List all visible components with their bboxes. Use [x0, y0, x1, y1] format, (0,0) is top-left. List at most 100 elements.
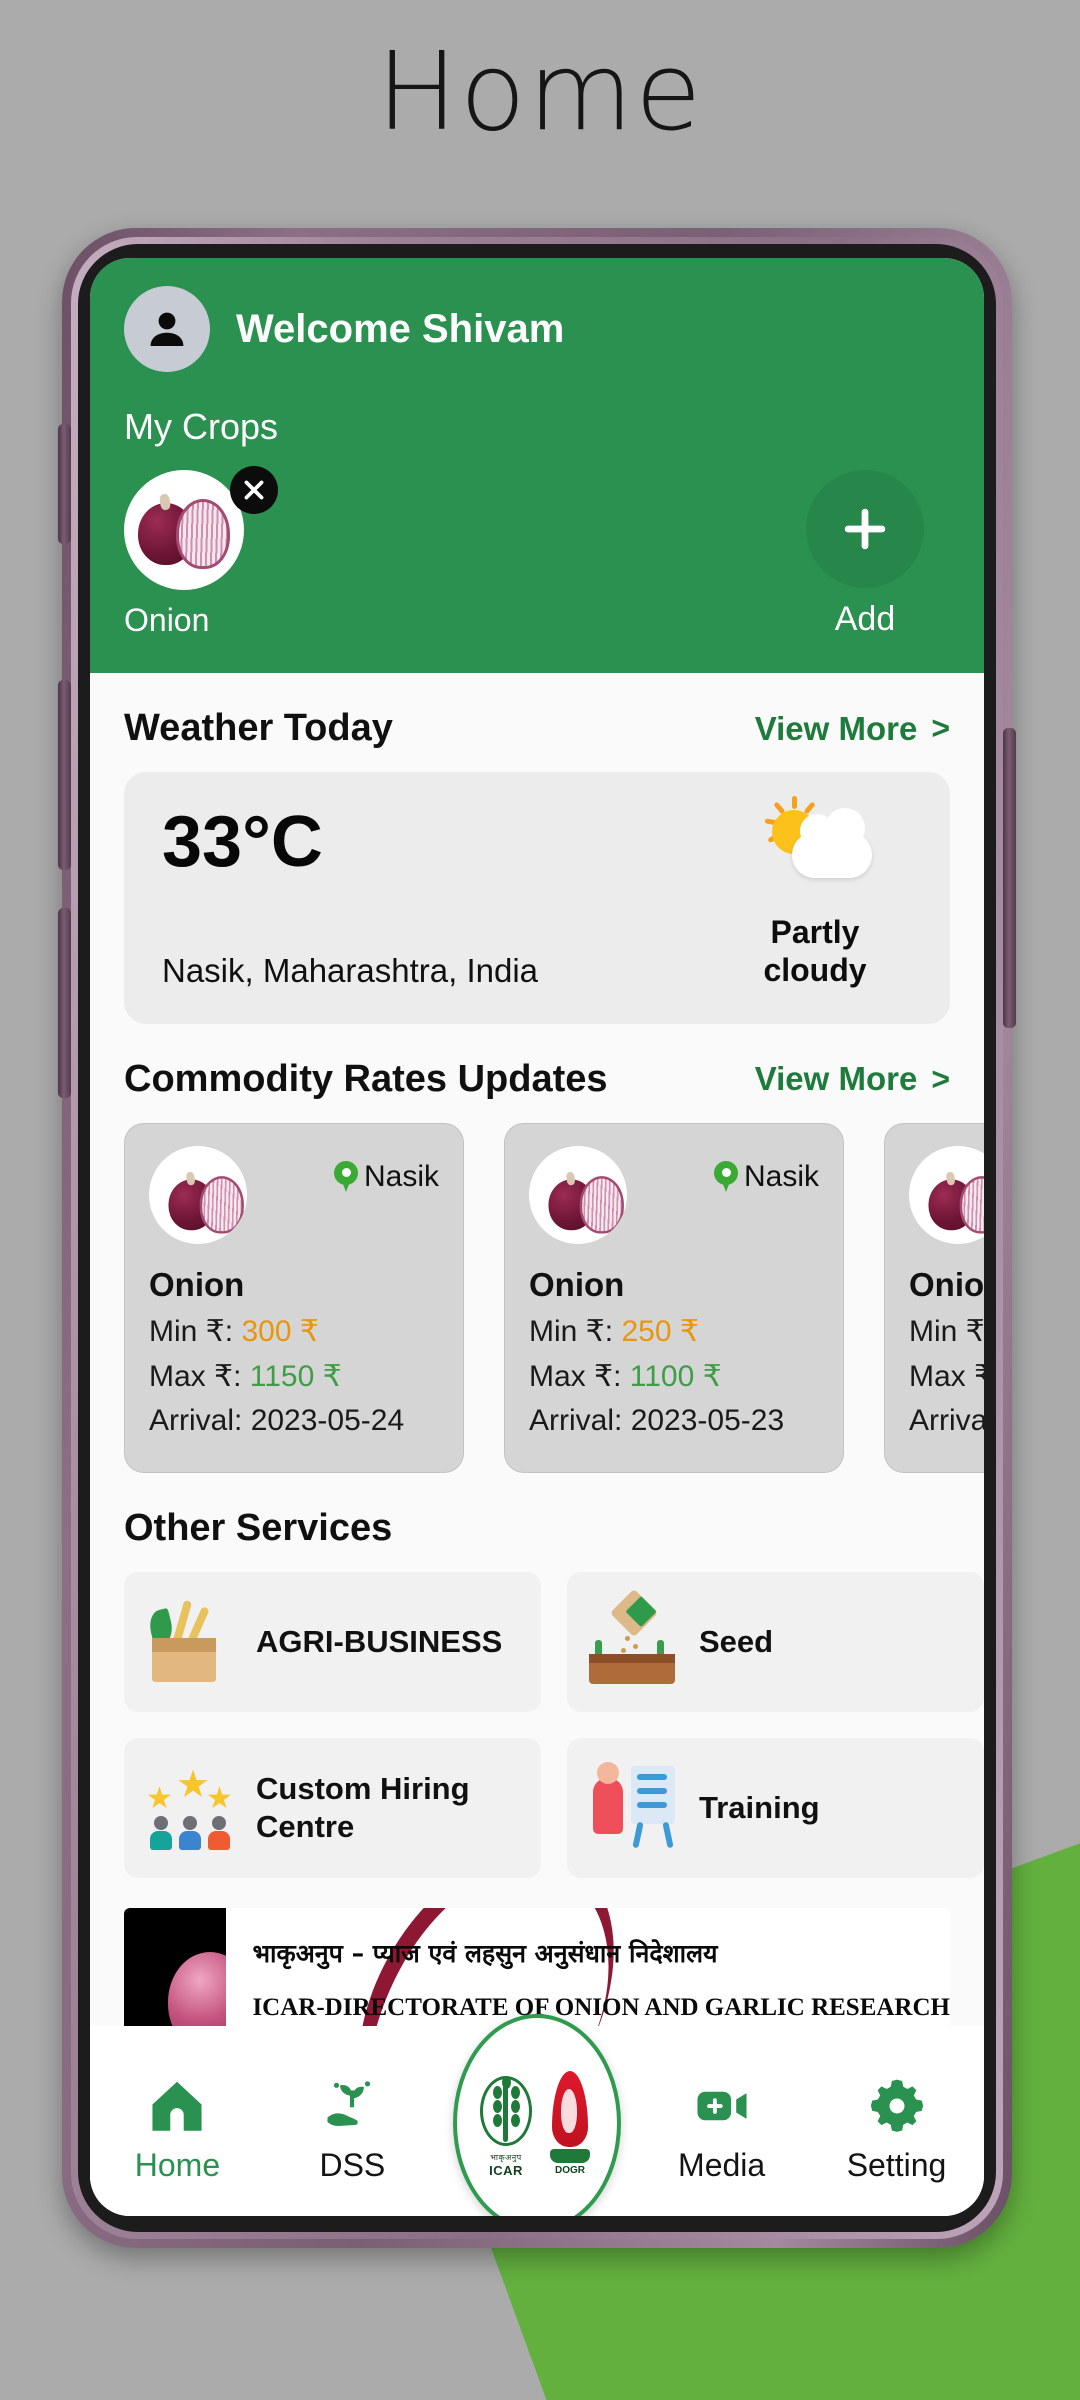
icar-text: ICAR: [489, 2163, 523, 2178]
commodity-card[interactable]: Nasik Onion Min ₹: Max ₹: Arrival:: [884, 1122, 984, 1473]
onion-image: [164, 1166, 244, 1234]
commodity-arrival-row: Arrival: 2023-05-24: [149, 1404, 439, 1438]
commodity-arrival-row: Arrival:: [909, 1404, 984, 1438]
commodity-max-row: Max ₹:: [909, 1359, 984, 1394]
close-x-icon: [244, 480, 264, 500]
nav-item-setting[interactable]: Setting: [809, 2069, 984, 2184]
weather-location: Nasik, Maharashtra, India: [162, 951, 539, 989]
weather-card[interactable]: 33°C Nasik, Maharashtra, India Partly cl…: [124, 772, 950, 1024]
commodity-view-more-label: View More: [754, 1060, 918, 1097]
welcome-text: Welcome Shivam: [236, 306, 565, 351]
commodity-crop-name: Onion: [149, 1265, 245, 1303]
service-label: Training: [699, 1789, 820, 1825]
dogr-logo: DOGR: [541, 2070, 599, 2176]
add-crop-circle: [806, 470, 924, 588]
phone-screen: Welcome Shivam My Crops Onion Add Weathe…: [90, 258, 984, 2216]
app-header: Welcome Shivam My Crops Onion Add: [90, 258, 984, 673]
location-pin-icon: [713, 1160, 738, 1193]
phone-silent-button[interactable]: [58, 424, 71, 544]
commodity-max-row: Max ₹: 1150 ₹: [149, 1359, 439, 1394]
phone-volume-up-button[interactable]: [58, 680, 71, 870]
avatar[interactable]: [124, 286, 210, 372]
app-body: Weather Today View More > 33°C Nasik, Ma…: [90, 707, 984, 2108]
commodity-min-label: Min ₹:: [149, 1314, 234, 1348]
nav-item-dss[interactable]: DSS: [265, 2069, 440, 2184]
commodity-min-value: 300 ₹: [241, 1314, 319, 1348]
commodity-market-label: Nasik: [363, 1159, 439, 1193]
chevron-right-icon: >: [931, 1060, 950, 1097]
crop-image: [124, 470, 244, 590]
commodity-min-value: 250 ₹: [621, 1314, 699, 1348]
seedling-hand-icon: [265, 2069, 440, 2143]
onion-image: [924, 1166, 984, 1234]
commodity-arrival-value: 2023-05-23: [630, 1403, 785, 1437]
commodity-max-value: 1150 ₹: [249, 1359, 342, 1393]
person-icon: [150, 312, 184, 346]
commodity-min-label: Min ₹:: [529, 1314, 614, 1348]
commodity-market: Nasik: [333, 1146, 439, 1194]
nav-item-media[interactable]: Media: [634, 2069, 809, 2184]
commodity-crop-name: Onion: [529, 1265, 625, 1303]
commodity-card[interactable]: Nasik Onion Min ₹: 250 ₹ Max ₹: 1100 ₹ A…: [504, 1122, 844, 1473]
commodity-min-row: Min ₹: 250 ₹: [529, 1314, 819, 1349]
service-label: AGRI-BUSINESS: [256, 1623, 503, 1659]
video-camera-icon: [634, 2069, 809, 2143]
commodity-max-label: Max ₹:: [149, 1359, 242, 1393]
commodity-max-value: 1100 ₹: [629, 1359, 722, 1393]
nav-label: Media: [678, 2146, 766, 2183]
commodity-arrival-label: Arrival:: [149, 1403, 243, 1437]
commodity-min-label: Min ₹:: [909, 1314, 984, 1348]
weather-condition: Partly cloudy: [763, 914, 867, 988]
commodity-card-top: Nasik: [149, 1145, 439, 1244]
phone-power-button[interactable]: [1003, 728, 1016, 1028]
seed-sowing-icon: [585, 1588, 681, 1690]
my-crops-row: Onion Add: [124, 466, 950, 639]
phone-volume-down-button[interactable]: [58, 908, 71, 1098]
phone-mockup: Welcome Shivam My Crops Onion Add Weathe…: [58, 228, 1016, 2248]
commodity-cards-scroller[interactable]: Nasik Onion Min ₹: 300 ₹ Max ₹: 1150 ₹ A…: [124, 1122, 984, 1473]
service-card-custom-hiring-centre[interactable]: ★ ★ ★ Custom Hiring Centre: [124, 1737, 541, 1878]
icar-logo: भाकृअनुप ICAR: [475, 2068, 537, 2178]
commodity-market: Nasik: [713, 1146, 819, 1194]
weather-card-left: 33°C Nasik, Maharashtra, India: [162, 806, 538, 990]
weather-view-more-link[interactable]: View More >: [755, 710, 950, 748]
commodity-crop-image: [909, 1145, 984, 1244]
wheat-sheaf-icon: [477, 2068, 535, 2152]
banner-hindi-title: भाकृअनुप – प्याज एवं लहसुन अनुसंधान निदे…: [252, 1938, 718, 1968]
commodity-arrival-label: Arrival:: [529, 1403, 623, 1437]
commodity-view-more-link[interactable]: View More >: [755, 1060, 950, 1098]
service-card-seed[interactable]: Seed: [567, 1571, 984, 1712]
services-section-title: Other Services: [124, 1506, 393, 1549]
chevron-right-icon: >: [931, 710, 950, 746]
add-crop-button[interactable]: Add: [780, 470, 950, 639]
bottom-navigation-bar: Home DSS भाकृअनुप ICAR DOGR Media Settin…: [90, 2014, 984, 2216]
weather-section-header: Weather Today View More >: [124, 707, 950, 750]
flame-icon: [551, 2070, 588, 2147]
commodity-crop-image: [529, 1145, 627, 1244]
commodity-card[interactable]: Nasik Onion Min ₹: 300 ₹ Max ₹: 1150 ₹ A…: [124, 1122, 464, 1473]
icar-hindi-label: भाकृअनुप: [490, 2153, 522, 2162]
crop-remove-button[interactable]: [230, 466, 278, 514]
commodity-crop-name: Onion: [909, 1265, 984, 1303]
home-icon: [90, 2069, 265, 2143]
crop-chip-onion[interactable]: Onion: [124, 466, 278, 639]
nav-item-home[interactable]: Home: [90, 2069, 265, 2184]
weather-view-more-label: View More: [754, 709, 918, 747]
icar-label: भाकृअनुप ICAR: [475, 2152, 537, 2178]
my-crops-label: My Crops: [124, 406, 279, 447]
commodity-min-row: Min ₹: 300 ₹: [149, 1314, 439, 1349]
location-pin-icon: [333, 1160, 358, 1193]
services-section-header: Other Services: [124, 1507, 950, 1550]
service-card-training[interactable]: Training: [567, 1737, 984, 1878]
sun-behind-cloud-icon: [756, 796, 874, 892]
commodity-crop-image: [149, 1145, 247, 1244]
nav-label: DSS: [319, 2146, 386, 2183]
weather-section-title: Weather Today: [124, 707, 393, 749]
welcome-row: Welcome Shivam: [124, 286, 950, 372]
nav-label: Setting: [846, 2146, 947, 2183]
commodity-market-label: Nasik: [743, 1159, 819, 1193]
service-card-agri-business[interactable]: AGRI-BUSINESS: [124, 1571, 541, 1712]
crop-label: Onion: [124, 602, 210, 638]
commodity-max-label: Max ₹:: [529, 1359, 622, 1393]
nav-label: Home: [134, 2146, 221, 2183]
